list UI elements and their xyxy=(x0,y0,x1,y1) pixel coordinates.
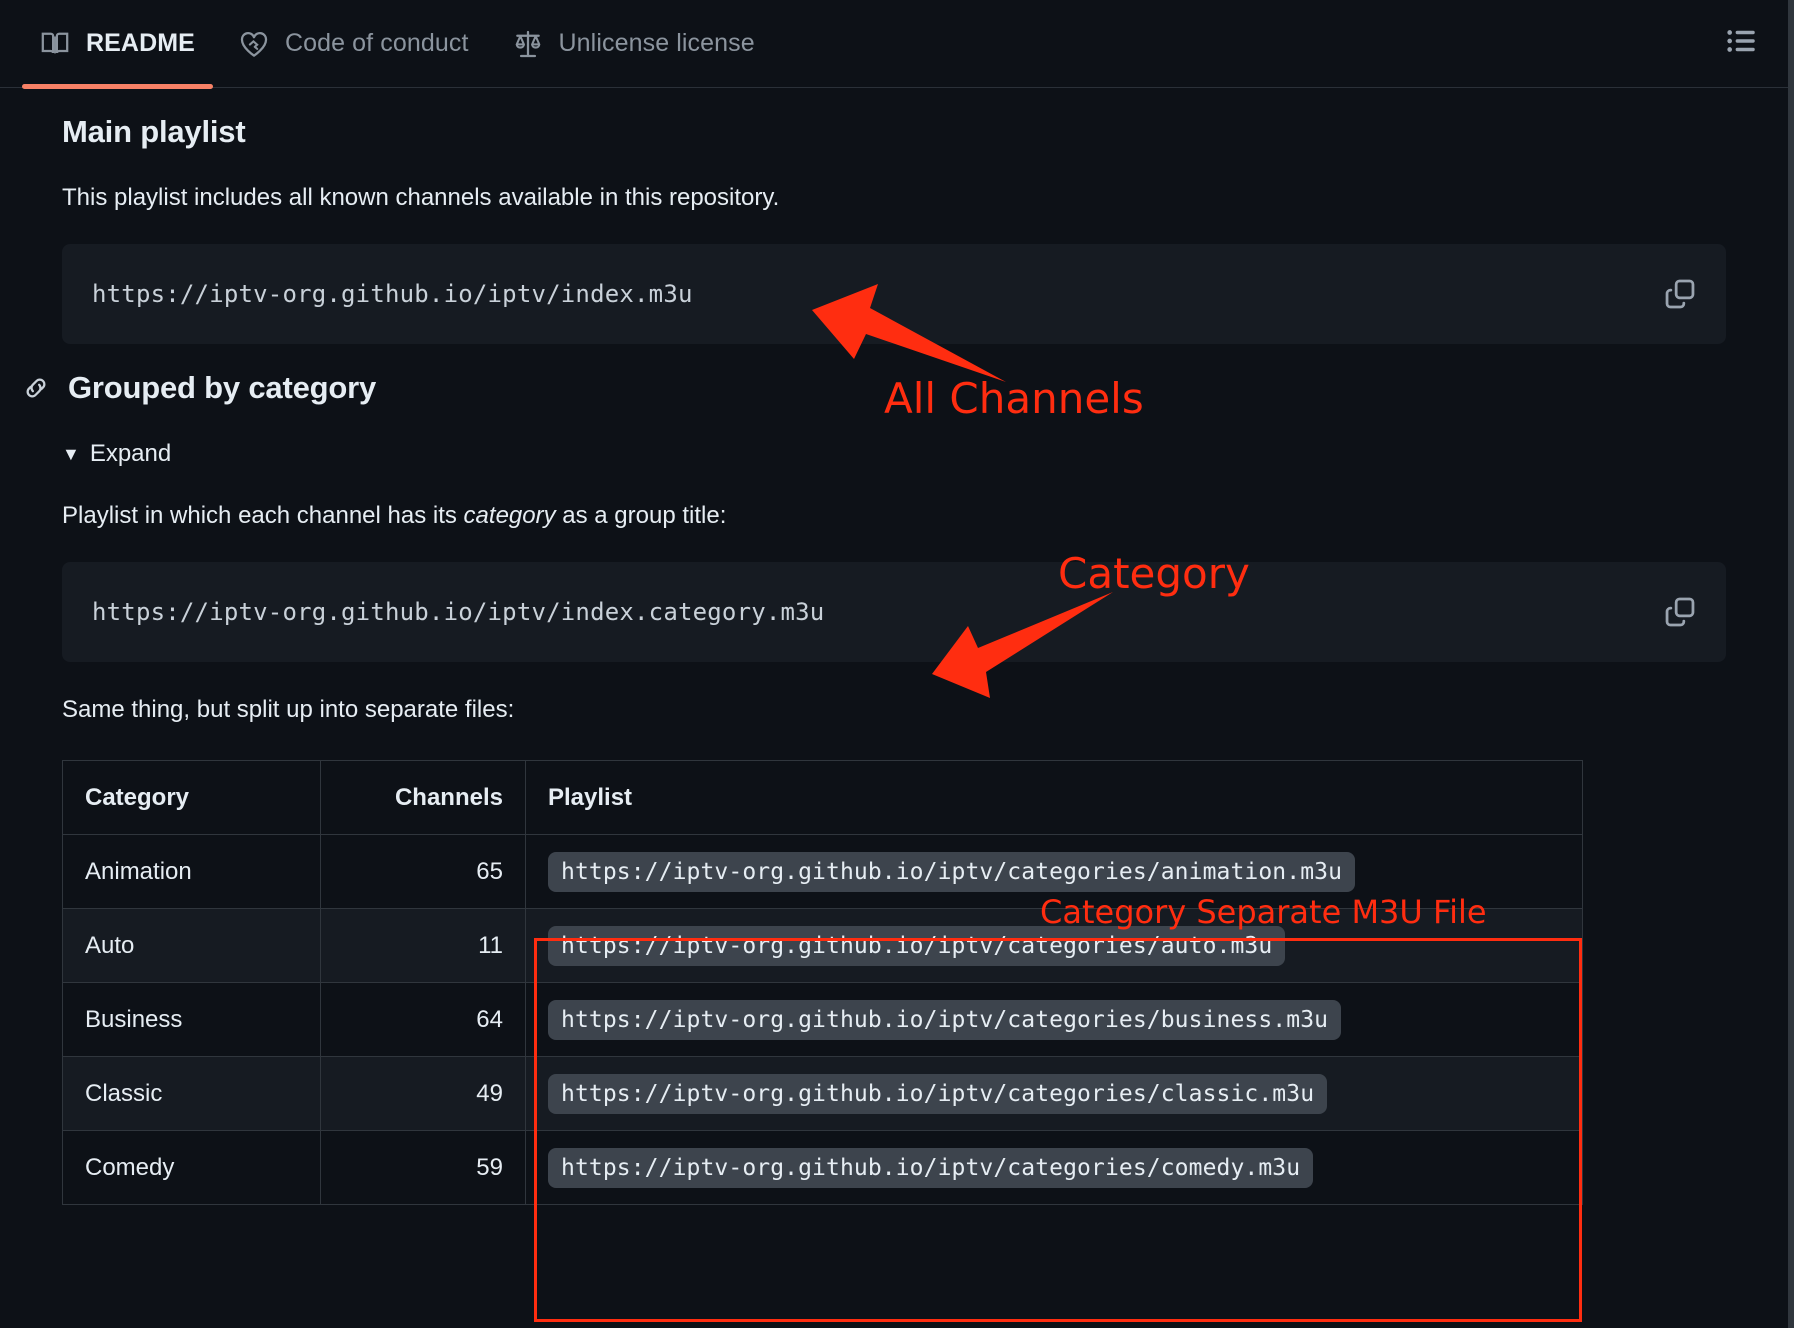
cell-category: Business xyxy=(62,982,321,1057)
table-row: Comedy 59 https://iptv-org.github.io/ipt… xyxy=(62,1130,1583,1205)
cell-channels: 64 xyxy=(320,982,526,1057)
book-icon xyxy=(40,29,70,59)
scale-icon xyxy=(513,29,543,59)
code-block-category-playlist: https://iptv-org.github.io/iptv/index.ca… xyxy=(62,562,1726,662)
column-header-category: Category xyxy=(62,760,321,835)
link-icon[interactable] xyxy=(22,374,50,402)
main-playlist-description: This playlist includes all known channel… xyxy=(62,184,780,211)
repo-file-tabbar: README Code of conduct Unlicense license xyxy=(0,0,1788,89)
cell-category: Auto xyxy=(62,908,321,983)
readme-content: Main playlist This playlist includes all… xyxy=(0,114,1788,1205)
code-block-main-playlist: https://iptv-org.github.io/iptv/index.m3… xyxy=(62,244,1726,344)
tab-readme[interactable]: README xyxy=(18,0,217,89)
heading-main-playlist: Main playlist xyxy=(62,114,246,149)
cell-channels: 65 xyxy=(320,834,526,909)
heart-handshake-icon xyxy=(239,29,269,59)
playlist-url[interactable]: https://iptv-org.github.io/iptv/categori… xyxy=(548,999,1342,1040)
playlist-url[interactable]: https://iptv-org.github.io/iptv/categori… xyxy=(548,851,1356,892)
copy-icon[interactable] xyxy=(1660,274,1700,314)
category-playlist-url[interactable]: https://iptv-org.github.io/iptv/index.ca… xyxy=(92,598,824,626)
outline-toggle-button[interactable] xyxy=(1716,18,1768,70)
split-files-note: Same thing, but split up into separate f… xyxy=(62,696,515,723)
cell-playlist: https://iptv-org.github.io/iptv/categori… xyxy=(525,1130,1583,1205)
cell-playlist: https://iptv-org.github.io/iptv/categori… xyxy=(525,908,1583,983)
cell-channels: 59 xyxy=(320,1130,526,1205)
table-row: Business 64 https://iptv-org.github.io/i… xyxy=(62,982,1583,1057)
heading-grouped-by-category: Grouped by category xyxy=(22,370,1726,406)
cell-category: Classic xyxy=(62,1056,321,1131)
cell-playlist: https://iptv-org.github.io/iptv/categori… xyxy=(525,982,1583,1057)
tab-unlicense-license-label: Unlicense license xyxy=(558,29,755,57)
categories-table: Category Channels Playlist Animation 65 … xyxy=(62,760,1583,1205)
tab-unlicense-license[interactable]: Unlicense license xyxy=(491,0,777,88)
tab-code-of-conduct[interactable]: Code of conduct xyxy=(217,0,491,88)
list-unordered-icon xyxy=(1725,24,1759,63)
cell-playlist: https://iptv-org.github.io/iptv/categori… xyxy=(525,1056,1583,1131)
cell-channels: 49 xyxy=(320,1056,526,1131)
table-row: Classic 49 https://iptv-org.github.io/ip… xyxy=(62,1056,1583,1131)
cell-category: Animation xyxy=(62,834,321,909)
table-row: Animation 65 https://iptv-org.github.io/… xyxy=(62,834,1583,909)
desc-pre: Playlist in which each channel has its xyxy=(62,502,464,529)
main-playlist-url[interactable]: https://iptv-org.github.io/iptv/index.m3… xyxy=(92,280,693,308)
table-header-row: Category Channels Playlist xyxy=(62,760,1583,835)
cell-category: Comedy xyxy=(62,1130,321,1205)
readme-viewer: README Code of conduct Unlicense license… xyxy=(0,0,1794,1328)
playlist-url[interactable]: https://iptv-org.github.io/iptv/categori… xyxy=(548,925,1286,966)
expand-label: Expand xyxy=(89,440,172,467)
cell-playlist: https://iptv-org.github.io/iptv/categori… xyxy=(525,834,1583,909)
tab-code-of-conduct-label: Code of conduct xyxy=(284,29,469,57)
chevron-down-icon: ▼ xyxy=(62,444,80,464)
desc-emphasis: category xyxy=(463,502,556,529)
table-row: Auto 11 https://iptv-org.github.io/iptv/… xyxy=(62,908,1583,983)
copy-icon[interactable] xyxy=(1660,592,1700,632)
heading-grouped-by-category-label: Grouped by category xyxy=(68,370,376,405)
playlist-url[interactable]: https://iptv-org.github.io/iptv/categori… xyxy=(548,1147,1314,1188)
grouped-by-category-description: Playlist in which each channel has its c… xyxy=(62,498,1726,534)
desc-post: as a group title: xyxy=(555,502,727,529)
column-header-channels: Channels xyxy=(320,760,526,835)
playlist-url[interactable]: https://iptv-org.github.io/iptv/categori… xyxy=(548,1073,1328,1114)
cell-channels: 11 xyxy=(320,908,526,983)
active-tab-underline xyxy=(22,83,213,89)
column-header-playlist: Playlist xyxy=(525,760,1583,835)
expand-toggle[interactable]: ▼ Expand xyxy=(62,440,171,468)
tab-readme-label: README xyxy=(86,29,195,57)
